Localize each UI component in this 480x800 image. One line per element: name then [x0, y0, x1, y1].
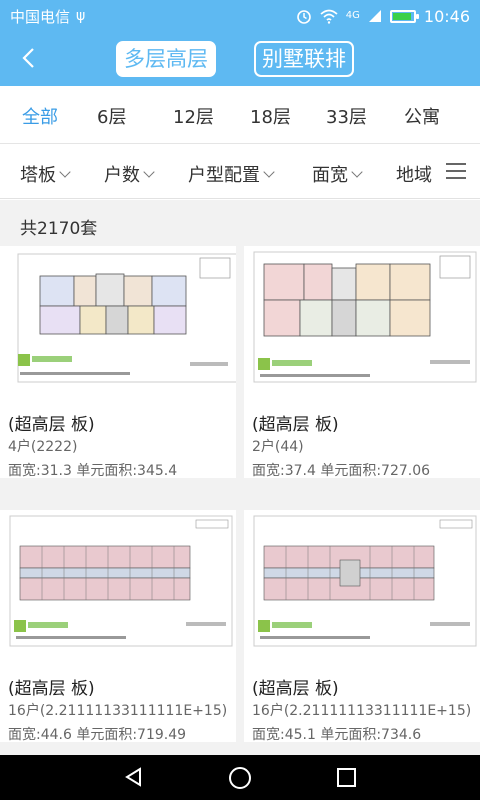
filter-unit-count[interactable]: 户数 — [104, 161, 155, 187]
floor-tab-6[interactable]: 6层 — [97, 103, 126, 129]
network-type-label: 4G — [345, 10, 360, 21]
app-header: 多层高层 别墅联排 — [0, 32, 480, 86]
carrier-name: 中国电信 — [10, 7, 71, 26]
filter-label: 地域 — [396, 165, 432, 186]
floor-plan-image — [0, 510, 236, 650]
signal-icon — [368, 10, 381, 22]
floor-tab-apartment[interactable]: 公寓 — [404, 103, 440, 129]
listing-specs: 面宽:31.3 单元面积:345.4 — [8, 463, 178, 479]
chevron-down-icon — [351, 165, 363, 178]
listing-title: (超高层 板) — [252, 415, 339, 435]
listing-units: 4户(2222) — [8, 439, 78, 455]
nav-recent-apps-icon[interactable] — [337, 768, 356, 787]
floor-plan-image — [244, 510, 480, 650]
listing-units: 16户(2.21111133111111E+15) — [8, 703, 228, 719]
floor-plan-image — [0, 246, 236, 386]
filter-label: 塔板 — [20, 165, 56, 186]
listing-card[interactable]: (超高层 板) 16户(2.21111113311111E+15) 面宽:45.… — [244, 510, 480, 743]
listing-card[interactable]: (超高层 板) 4户(2222) 面宽:31.3 单元面积:345.4 — [0, 246, 236, 479]
filter-bar: 塔板 户数 户型配置 面宽 地域 — [0, 145, 480, 199]
listing-units: 2户(44) — [252, 439, 304, 455]
chevron-down-icon — [263, 165, 275, 178]
floor-tab-33[interactable]: 33层 — [326, 103, 367, 129]
status-bar: 中国电信 ψ 4G 10:46 — [0, 0, 480, 32]
wifi-icon — [320, 9, 338, 24]
chevron-down-icon — [143, 165, 155, 178]
chevron-left-icon — [22, 48, 34, 68]
listing-grid: (超高层 板) 4户(2222) 面宽:31.3 单元面积:345.4 (超高层… — [0, 246, 480, 755]
filter-tower-slab[interactable]: 塔板 — [20, 161, 71, 187]
floor-tab-18[interactable]: 18层 — [250, 103, 291, 129]
floor-tabs: 全部 6层 12层 18层 33层 公寓 — [0, 86, 480, 144]
listing-card[interactable]: (超高层 板) 2户(44) 面宽:37.4 单元面积:727.06 — [244, 246, 480, 479]
listing-title: (超高层 板) — [8, 415, 95, 435]
filter-label: 户数 — [104, 165, 140, 186]
usb-icon: ψ — [76, 8, 86, 24]
system-nav-bar — [0, 755, 480, 800]
listing-title: (超高层 板) — [8, 679, 95, 699]
listing-specs: 面宽:45.1 单元面积:734.6 — [252, 727, 422, 743]
floor-plan-image — [244, 246, 480, 386]
menu-icon[interactable] — [446, 163, 466, 179]
chevron-down-icon — [59, 165, 71, 178]
filter-frontage-width[interactable]: 面宽 — [312, 161, 363, 187]
floor-tab-all[interactable]: 全部 — [22, 103, 58, 129]
listing-specs: 面宽:37.4 单元面积:727.06 — [252, 463, 431, 479]
back-button[interactable] — [14, 42, 46, 74]
alarm-icon — [296, 10, 311, 24]
listing-specs: 面宽:44.6 单元面积:719.49 — [8, 727, 187, 743]
nav-back-icon[interactable] — [124, 767, 144, 787]
battery-icon — [389, 9, 419, 23]
clock: 10:46 — [423, 6, 470, 26]
filter-region[interactable]: 地域 — [396, 161, 432, 187]
tab-villa-townhouse[interactable]: 别墅联排 — [254, 41, 354, 77]
tab-multi-high-rise[interactable]: 多层高层 — [116, 41, 216, 77]
filter-layout-config[interactable]: 户型配置 — [188, 161, 275, 187]
listing-title: (超高层 板) — [252, 679, 339, 699]
nav-home-icon[interactable] — [229, 767, 251, 789]
floor-tab-12[interactable]: 12层 — [173, 103, 214, 129]
result-count: 共2170套 — [0, 200, 480, 246]
listing-card[interactable]: (超高层 板) 16户(2.21111133111111E+15) 面宽:44.… — [0, 510, 236, 743]
listing-units: 16户(2.21111113311111E+15) — [252, 703, 472, 719]
filter-label: 户型配置 — [188, 165, 260, 186]
filter-label: 面宽 — [312, 165, 348, 186]
